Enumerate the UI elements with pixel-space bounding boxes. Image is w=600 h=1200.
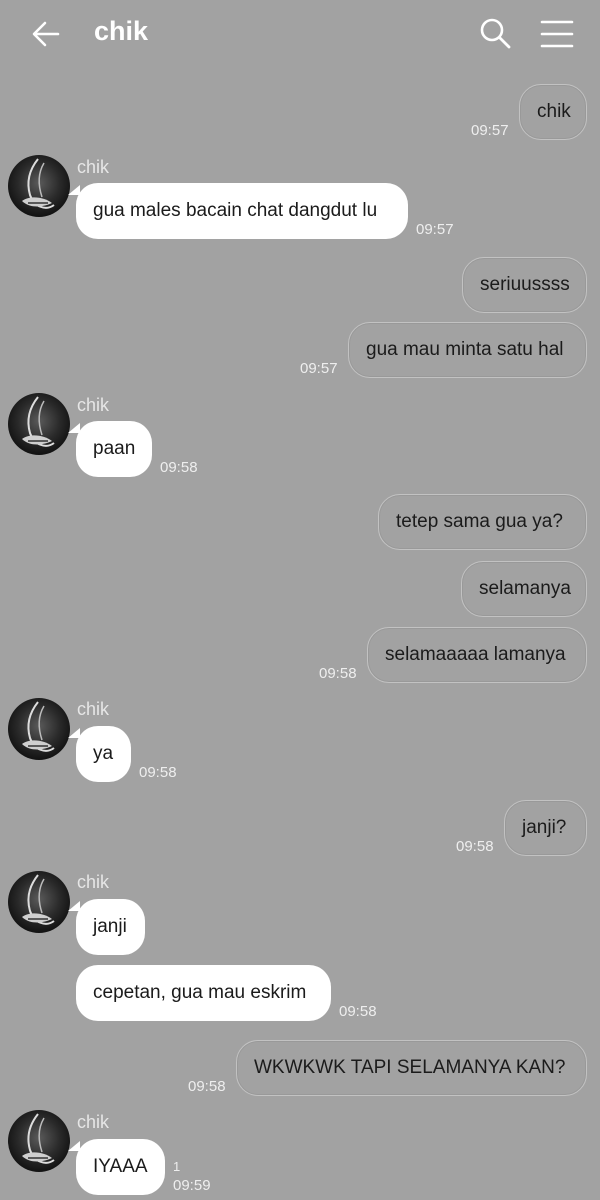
bubble-tail (68, 185, 80, 195)
message-timestamp: 09:58 (339, 1003, 377, 1020)
outgoing-message-bubble[interactable]: selamaaaaa lamanya (367, 627, 587, 683)
sender-name: chik (77, 157, 110, 177)
search-icon[interactable] (478, 16, 512, 50)
outgoing-message-bubble[interactable]: janji? (504, 800, 587, 856)
read-count: 1 (173, 1159, 181, 1174)
incoming-message-bubble[interactable]: janji (76, 899, 145, 955)
outgoing-message-bubble[interactable]: tetep sama gua ya? (378, 494, 587, 550)
bubble-tail (68, 728, 80, 738)
back-arrow-icon[interactable] (30, 18, 62, 50)
message-timestamp: 09:58 (456, 838, 494, 855)
outgoing-message-bubble[interactable]: chik (519, 84, 587, 140)
sender-name: chik (77, 699, 110, 719)
outgoing-message-bubble[interactable]: seriuussss (462, 257, 587, 313)
avatar[interactable] (8, 1110, 70, 1172)
outgoing-message-bubble[interactable]: selamanya (461, 561, 587, 617)
message-timestamp: 09:59 (173, 1177, 211, 1194)
bubble-tail (68, 423, 80, 433)
message-timestamp: 09:58 (188, 1078, 226, 1095)
bubble-tail (68, 901, 80, 911)
message-timestamp: 09:57 (300, 360, 338, 377)
message-timestamp: 09:58 (160, 459, 198, 476)
message-timestamp: 09:57 (416, 221, 454, 238)
incoming-message-bubble[interactable]: cepetan, gua mau eskrim (76, 965, 331, 1021)
incoming-message-bubble[interactable]: IYAAA (76, 1139, 165, 1195)
avatar[interactable] (8, 871, 70, 933)
incoming-message-bubble[interactable]: ya (76, 726, 131, 782)
outgoing-message-bubble[interactable]: gua mau minta satu hal (348, 322, 587, 378)
avatar[interactable] (8, 155, 70, 217)
chat-title: chik (94, 16, 149, 46)
sender-name: chik (77, 872, 110, 892)
sender-name: chik (77, 1112, 110, 1132)
avatar[interactable] (8, 393, 70, 455)
incoming-message-bubble[interactable]: paan (76, 421, 152, 477)
message-timestamp: 09:57 (471, 122, 509, 139)
message-timestamp: 09:58 (319, 665, 357, 682)
menu-icon[interactable] (540, 19, 574, 49)
bubble-tail (68, 1141, 80, 1151)
incoming-message-bubble[interactable]: gua males bacain chat dangdut lu (76, 183, 408, 239)
sender-name: chik (77, 395, 110, 415)
message-timestamp: 09:58 (139, 764, 177, 781)
outgoing-message-bubble[interactable]: WKWKWK TAPI SELAMANYA KAN? (236, 1040, 587, 1096)
chat-header: chik (0, 0, 600, 70)
avatar[interactable] (8, 698, 70, 760)
